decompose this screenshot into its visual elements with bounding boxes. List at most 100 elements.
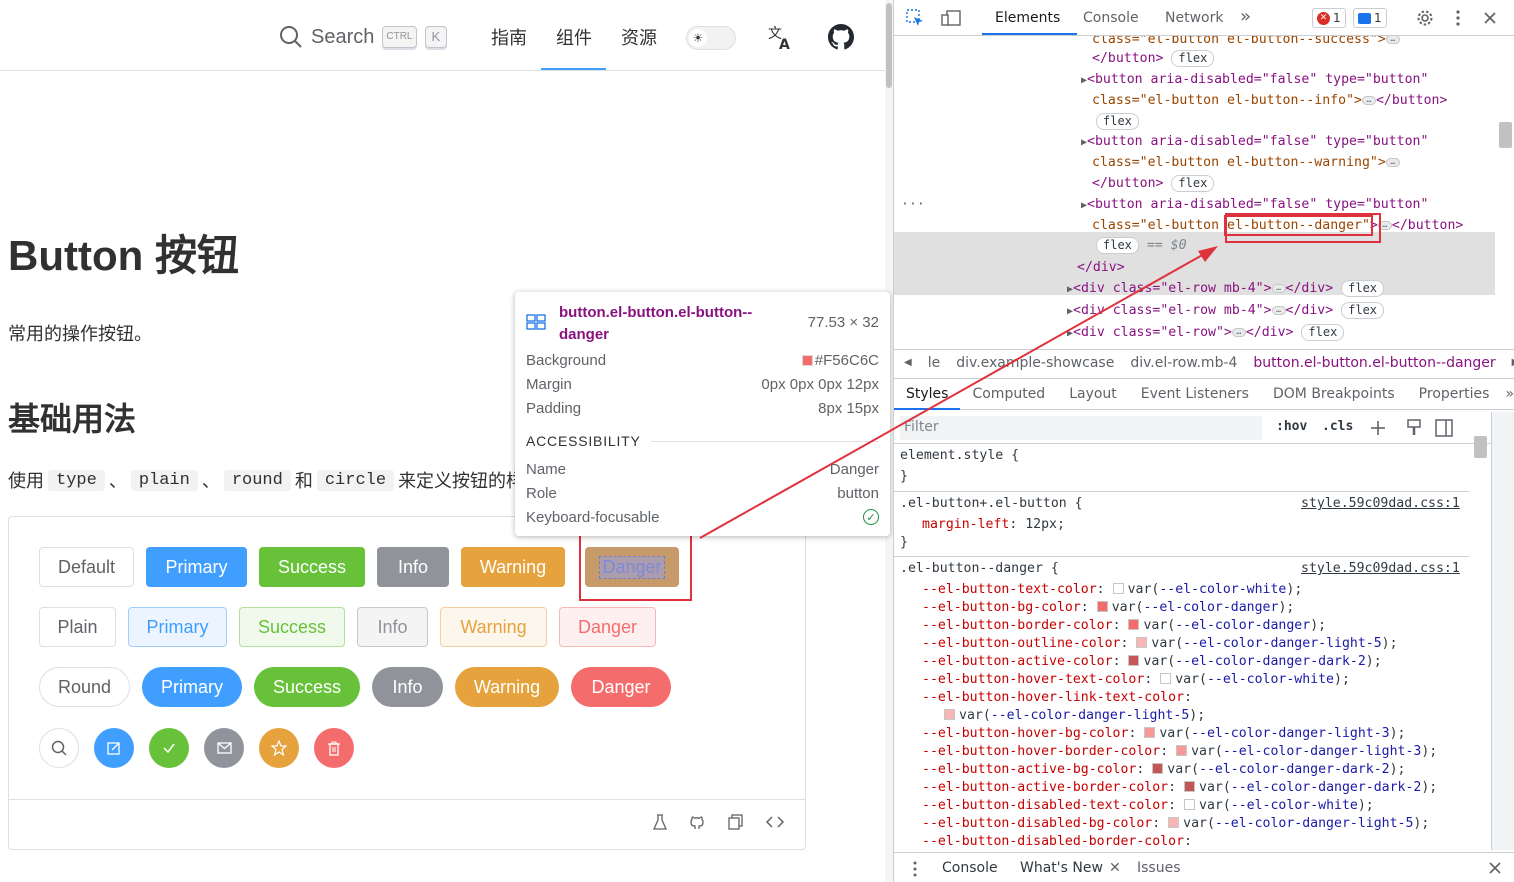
close-drawer-icon[interactable] [1489, 862, 1501, 874]
inspect-element-icon[interactable] [906, 9, 924, 27]
hov-toggle[interactable]: :hov [1276, 419, 1307, 434]
dom-line[interactable]: flex [1096, 112, 1139, 132]
flex-badge[interactable]: flex [1171, 175, 1215, 192]
breadcrumb-item[interactable]: div.example-showcase [956, 355, 1114, 371]
dom-scrollbar[interactable] [1495, 36, 1514, 344]
rule-selector[interactable]: .el-button+.el-button { [900, 495, 1083, 513]
add-rule-icon[interactable] [1370, 420, 1386, 436]
plain-warning-button[interactable]: Warning [440, 607, 547, 647]
plain-primary-button[interactable]: Primary [128, 607, 227, 647]
color-swatch[interactable] [1152, 763, 1164, 774]
circle-star-button[interactable] [259, 728, 299, 768]
breadcrumb-item[interactable]: le [928, 355, 941, 371]
dom-line-selected[interactable]: class="el-button el-button--danger">… </b… [1092, 215, 1463, 236]
circle-delete-button[interactable] [314, 728, 354, 768]
dom-line-selected[interactable]: ▶<button aria-disabled="false" type="but… [1081, 195, 1428, 215]
error-badge[interactable]: ✕ 1 [1312, 8, 1346, 28]
color-swatch[interactable] [1112, 583, 1124, 594]
copy-icon[interactable] [727, 813, 745, 831]
color-swatch[interactable] [1144, 727, 1156, 738]
paint-brush-icon[interactable] [1406, 419, 1422, 437]
color-swatch[interactable] [1128, 655, 1140, 666]
settings-gear-icon[interactable] [1416, 9, 1434, 27]
flex-badge[interactable]: flex [1341, 302, 1385, 319]
round-button[interactable]: Round [39, 667, 130, 707]
code-icon[interactable] [765, 813, 785, 831]
theme-toggle[interactable]: ☀ [686, 26, 736, 50]
plain-button[interactable]: Plain [39, 607, 116, 647]
flex-badge[interactable]: flex [1301, 324, 1345, 341]
rule-declaration[interactable]: --el-button-active-bg-color: var(--el-co… [922, 761, 1405, 779]
rule-declaration[interactable]: --el-button-border-color: var(--el-color… [922, 617, 1326, 635]
round-success-button[interactable]: Success [254, 667, 360, 707]
circle-message-button[interactable] [204, 728, 244, 768]
rule-declaration[interactable]: --el-button-bg-color: var(--el-color-dan… [922, 599, 1294, 617]
github-icon[interactable] [828, 24, 854, 50]
rule-declaration[interactable]: --el-button-outline-color: var(--el-colo… [922, 635, 1398, 653]
color-swatch[interactable] [1128, 619, 1140, 630]
dom-line[interactable]: </button> flex [1092, 174, 1215, 194]
styles-scrollbar[interactable] [1471, 412, 1491, 850]
cls-toggle[interactable]: .cls [1322, 419, 1353, 434]
dom-line[interactable]: class="el-button el-button--warning">… [1092, 153, 1400, 173]
rule-declaration[interactable]: --el-button-hover-text-color: var(--el-c… [922, 671, 1350, 689]
primary-button[interactable]: Primary [146, 547, 247, 587]
warning-button[interactable]: Warning [461, 547, 565, 587]
dom-line[interactable]: </button> flex [1092, 49, 1215, 69]
dom-line[interactable]: class="el-button el-button--info">… </but… [1092, 91, 1447, 111]
dom-line[interactable]: </div> [1077, 258, 1125, 278]
rule-declaration[interactable]: --el-button-hover-border-color: var(--el… [922, 743, 1437, 761]
tab-styles[interactable]: Styles [894, 386, 961, 410]
nav-guide[interactable]: 指南 [491, 24, 527, 50]
tab-console[interactable]: Console [1083, 10, 1139, 26]
message-badge[interactable]: 1 [1353, 8, 1387, 28]
translate-icon[interactable]: 文 A [767, 23, 795, 51]
color-swatch[interactable] [1160, 673, 1172, 684]
dom-line[interactable]: class="el-button el-button--success">… [1092, 36, 1400, 50]
rule-declaration[interactable]: --el-button-active-border-color: var(--e… [922, 779, 1437, 797]
rule-declaration[interactable]: --el-button-disabled-text-color: var(--e… [922, 797, 1374, 815]
more-tabs-icon[interactable]: » [1240, 6, 1251, 27]
kebab-menu-icon[interactable] [1455, 9, 1461, 27]
dom-line[interactable]: ▶<div class="el-row">… </div> flex [1067, 323, 1345, 343]
node-menu-dots[interactable]: ··· [901, 195, 925, 215]
info-button[interactable]: Info [377, 547, 449, 587]
rule-declaration[interactable]: --el-button-text-color: var(--el-color-w… [922, 581, 1302, 599]
rule-declaration[interactable]: --el-button-active-color: var(--el-color… [922, 653, 1382, 671]
close-devtools-icon[interactable] [1483, 11, 1497, 25]
circle-edit-button[interactable] [94, 728, 134, 768]
round-danger-button[interactable]: Danger [571, 667, 671, 707]
tab-elements[interactable]: Elements [995, 10, 1060, 26]
color-swatch[interactable] [1184, 799, 1196, 810]
color-swatch[interactable] [1096, 601, 1108, 612]
round-info-button[interactable]: Info [372, 667, 443, 707]
round-primary-button[interactable]: Primary [142, 667, 242, 707]
plain-info-button[interactable]: Info [357, 607, 428, 647]
rule-declaration[interactable]: --el-button-hover-link-text-color: [922, 689, 1192, 707]
styles-filter-input[interactable]: Filter [900, 416, 1262, 440]
dom-line[interactable]: ▶<button aria-disabled="false" type="but… [1081, 70, 1428, 90]
rule-declaration[interactable]: --el-button-hover-bg-color: var(--el-col… [922, 725, 1405, 743]
round-warning-button[interactable]: Warning [455, 667, 559, 707]
rule-element-style[interactable]: element.style { [900, 447, 1019, 465]
flex-badge[interactable]: flex [1096, 113, 1139, 130]
circle-search-button[interactable] [39, 728, 79, 768]
rule-source-link[interactable]: style.59c09dad.css:1 [1301, 560, 1460, 578]
nav-component[interactable]: 组件 [556, 24, 592, 50]
drawer-menu-icon[interactable] [912, 861, 918, 877]
color-swatch[interactable] [1176, 745, 1188, 756]
color-swatch[interactable] [1136, 637, 1148, 648]
flex-badge[interactable]: flex [1096, 237, 1139, 254]
dom-line-selected[interactable]: flex == $0 [1096, 236, 1187, 256]
playground-icon[interactable] [651, 813, 669, 831]
color-swatch[interactable] [944, 709, 955, 720]
close-tab-icon[interactable]: ✕ [1109, 860, 1121, 876]
breadcrumb-item-current[interactable]: button.el-button.el-button--danger [1253, 355, 1495, 371]
search-button[interactable]: Search CTRL K [279, 24, 448, 50]
rule-declaration[interactable]: --el-button-disabled-bg-color: var(--el-… [922, 815, 1429, 833]
nav-resource[interactable]: 资源 [621, 24, 657, 50]
tab-dom-breakpoints[interactable]: DOM Breakpoints [1261, 386, 1407, 402]
plain-danger-button[interactable]: Danger [559, 607, 656, 647]
more-tabs-icon[interactable]: » [1501, 386, 1514, 402]
drawer-tab-whats-new[interactable]: What's New [1020, 860, 1103, 876]
